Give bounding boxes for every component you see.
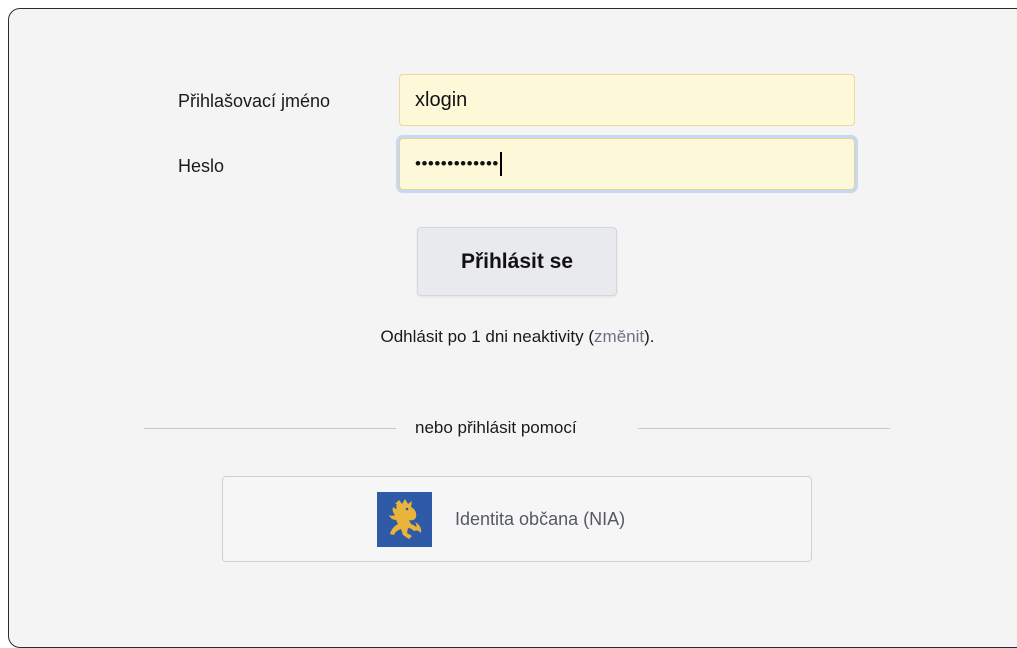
session-timeout-note: Odhlásit po 1 dni neaktivity (změnit). xyxy=(0,327,1017,347)
session-note-prefix: Odhlásit po 1 dni neaktivity ( xyxy=(380,327,595,346)
divider-line-left xyxy=(144,428,396,429)
password-label: Heslo xyxy=(178,156,225,176)
change-timeout-link[interactable]: změnit xyxy=(594,327,644,346)
czech-lion-icon xyxy=(377,492,432,547)
password-masked-value: ••••••••••••• xyxy=(415,154,499,173)
text-caret xyxy=(499,152,502,176)
password-input[interactable]: ••••••••••••• xyxy=(399,138,855,190)
login-button[interactable]: Přihlásit se xyxy=(417,227,617,296)
nia-label: Identita občana (NIA) xyxy=(455,509,626,529)
session-note-suffix: ). xyxy=(644,327,655,346)
username-input[interactable] xyxy=(399,74,855,126)
divider-line-right xyxy=(638,428,890,429)
divider-text: nebo přihlásit pomocí xyxy=(415,418,577,437)
nia-login-button[interactable]: Identita občana (NIA) xyxy=(222,476,812,562)
username-label: Přihlašovací jméno xyxy=(178,91,331,111)
